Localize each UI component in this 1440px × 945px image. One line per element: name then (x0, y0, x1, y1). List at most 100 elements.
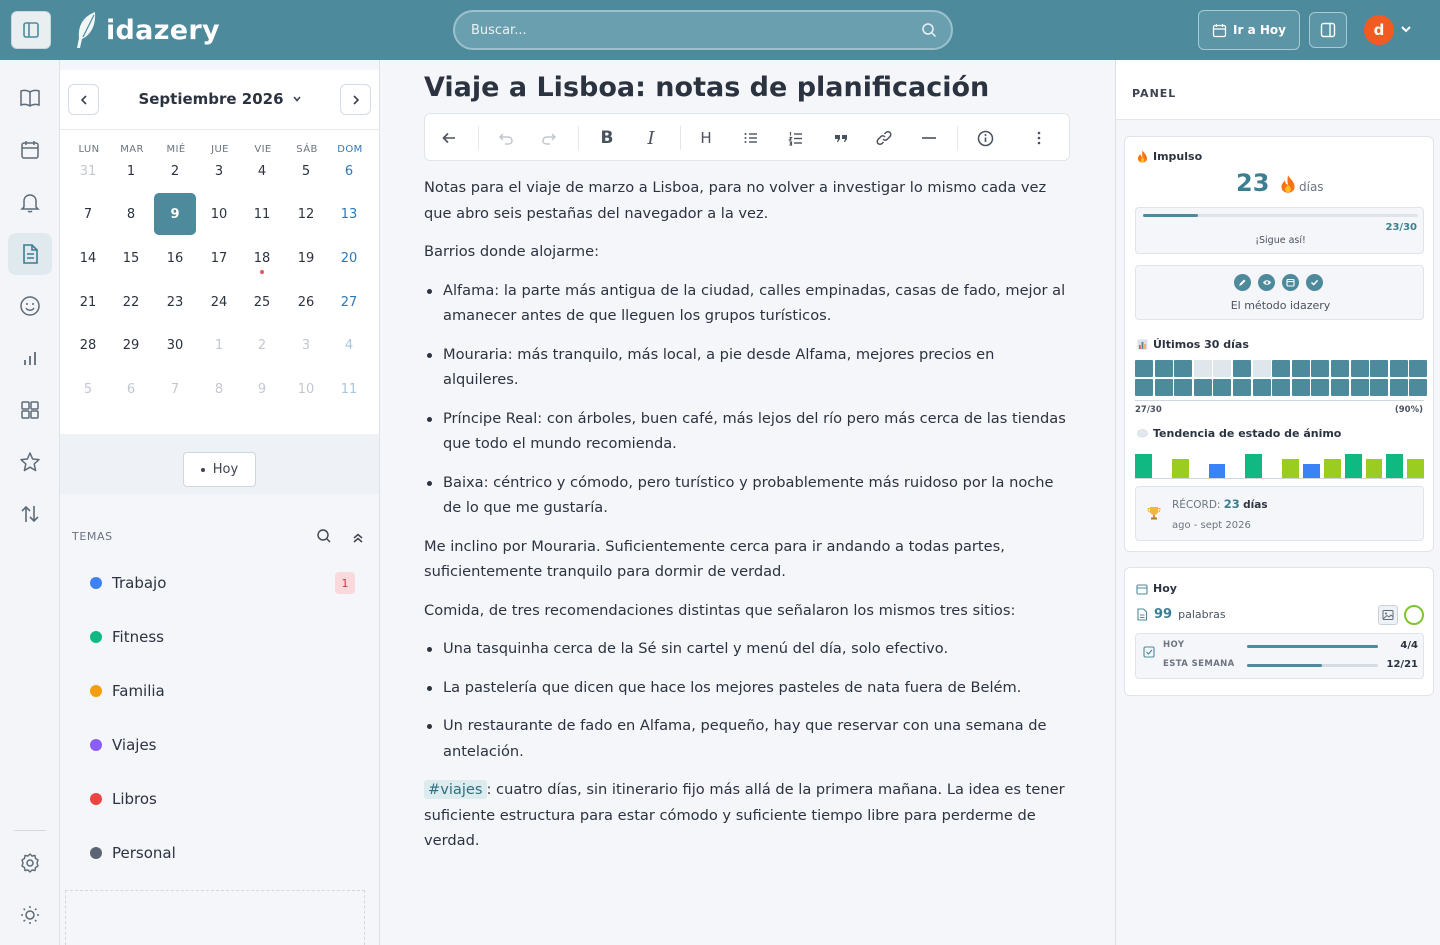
topic-item[interactable]: Trabajo 1 (90, 568, 355, 598)
calendar-day[interactable]: 2 (241, 324, 283, 366)
topic-item[interactable]: Viajes (90, 730, 355, 760)
calendar-day[interactable]: 4 (241, 150, 283, 192)
list-item-text: : céntrico y cómodo, pero turístico y pr… (443, 473, 1054, 517)
calendar-day[interactable]: 30 (154, 324, 196, 366)
panel-toggle-button[interactable] (1309, 12, 1347, 48)
rail-item-notes[interactable] (8, 233, 52, 275)
bold-button[interactable]: B (594, 125, 620, 151)
sidebar-toggle-button[interactable] (11, 11, 51, 49)
calendar-day[interactable]: 8 (198, 368, 240, 410)
rail-item-favorites[interactable] (8, 441, 52, 483)
search-icon[interactable] (316, 528, 332, 544)
calendar-day[interactable]: 16 (154, 237, 196, 279)
tag-chip[interactable]: #viajes (424, 780, 487, 799)
rail-item-settings[interactable] (8, 842, 52, 884)
panel-header: PANEL (1116, 60, 1440, 120)
mood-bar (1365, 459, 1383, 478)
topic-item[interactable]: Libros (90, 784, 355, 814)
calendar-day[interactable]: 6 (110, 368, 152, 410)
calendar-day[interactable]: 7 (67, 193, 109, 235)
calendar-day[interactable]: 10 (198, 193, 240, 235)
rail-item-mood[interactable] (8, 285, 52, 327)
calendar-day[interactable]: 9 (241, 368, 283, 410)
avatar[interactable]: d (1364, 15, 1394, 45)
calendar-day[interactable]: 8 (110, 193, 152, 235)
calendar-day[interactable]: 31 (67, 150, 109, 192)
rail-item-journal[interactable] (8, 77, 52, 119)
rail-item-calendar[interactable] (8, 129, 52, 171)
rail-item-reminders[interactable] (8, 181, 52, 223)
calendar-day[interactable]: 22 (110, 281, 152, 323)
previous-month-button[interactable] (68, 84, 99, 115)
logo[interactable]: idazery (74, 8, 220, 52)
calendar-day[interactable]: 1 (110, 150, 152, 192)
rail-item-templates[interactable] (8, 389, 52, 431)
numbered-list-button[interactable] (783, 125, 809, 151)
calendar-day[interactable]: 28 (67, 324, 109, 366)
calendar-day[interactable]: 12 (285, 193, 327, 235)
add-image-button[interactable] (1378, 605, 1398, 625)
calendar-day[interactable]: 29 (110, 324, 152, 366)
method-box[interactable]: El método idazery (1135, 265, 1424, 320)
more-options-button[interactable] (1026, 125, 1052, 151)
calendar-day[interactable]: 27 (328, 281, 370, 323)
divider-button[interactable] (916, 125, 942, 151)
note-body[interactable]: Notas para el viaje de marzo a Lisboa, p… (424, 175, 1074, 867)
calendar-day[interactable]: 19 (285, 237, 327, 279)
bullet-list-button[interactable] (738, 125, 764, 151)
calendar-day[interactable]: 10 (285, 368, 327, 410)
undo-button[interactable] (493, 125, 519, 151)
today-button[interactable]: Hoy (183, 452, 256, 487)
italic-button[interactable]: I (638, 125, 664, 151)
calendar-day[interactable]: 6 (328, 150, 370, 192)
calendar-day[interactable]: 3 (285, 324, 327, 366)
search-input[interactable] (455, 12, 951, 48)
calendar-day[interactable]: 2 (154, 150, 196, 192)
topic-item[interactable]: Familia (90, 676, 355, 706)
rail-item-import-export[interactable] (8, 493, 52, 535)
calendar-day[interactable]: 5 (67, 368, 109, 410)
calendar-day[interactable]: 24 (198, 281, 240, 323)
topic-item[interactable]: Fitness (90, 622, 355, 652)
calendar-day[interactable]: 17 (198, 237, 240, 279)
search-icon[interactable] (921, 22, 937, 38)
calendar-day[interactable]: 20 (328, 237, 370, 279)
heading-button[interactable]: H (693, 125, 719, 151)
last30-label: Últimos 30 días (1153, 338, 1249, 351)
calendar-day[interactable]: 14 (67, 237, 109, 279)
calendar-day[interactable]: 15 (110, 237, 152, 279)
calendar-day[interactable]: 13 (328, 193, 370, 235)
calendar-day[interactable]: 7 (154, 368, 196, 410)
food-heading: Comida, de tres recomendaciones distinta… (424, 601, 1016, 619)
calendar-day[interactable]: 23 (154, 281, 196, 323)
go-to-today-button[interactable]: Ir a Hoy (1198, 10, 1300, 50)
book-icon (20, 89, 40, 107)
next-month-button[interactable] (340, 84, 371, 115)
calendar-day[interactable]: 5 (285, 150, 327, 192)
calendar-day[interactable]: 21 (67, 281, 109, 323)
link-button[interactable] (871, 125, 897, 151)
rail-item-theme[interactable] (8, 894, 52, 936)
calendar-day[interactable]: 9 (154, 193, 196, 235)
rail-item-stats[interactable] (8, 337, 52, 379)
calendar-day[interactable]: 25 (241, 281, 283, 323)
calendar-day[interactable]: 11 (328, 368, 370, 410)
mood-bar (1303, 464, 1320, 478)
event-dot-indicator (260, 270, 264, 274)
topic-item[interactable]: Personal (90, 838, 355, 868)
chevron-down-icon[interactable] (1399, 22, 1413, 36)
calendar-day[interactable]: 3 (198, 150, 240, 192)
quote-button[interactable] (828, 125, 854, 151)
search-bar[interactable] (453, 10, 953, 50)
chevron-up-icon[interactable] (351, 531, 365, 545)
info-button[interactable] (972, 125, 998, 151)
back-button[interactable] (436, 125, 462, 151)
calendar-day[interactable]: 26 (285, 281, 327, 323)
calendar-day[interactable]: 4 (328, 324, 370, 366)
calendar-day[interactable]: 1 (198, 324, 240, 366)
bar-chart-icon (1137, 339, 1148, 350)
note-title[interactable]: Viaje a Lisboa: notas de planificación (424, 72, 989, 103)
month-selector[interactable]: Septiembre 2026 (120, 90, 320, 108)
redo-button[interactable] (536, 125, 562, 151)
calendar-day[interactable]: 11 (241, 193, 283, 235)
